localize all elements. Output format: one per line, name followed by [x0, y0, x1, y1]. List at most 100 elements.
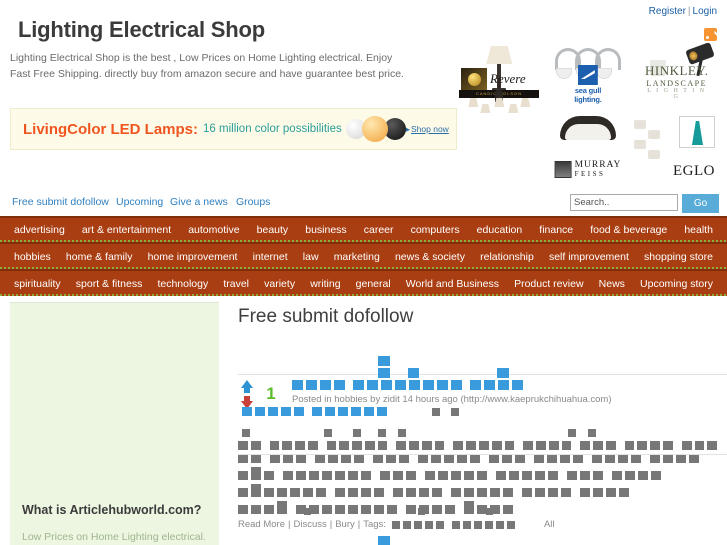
- arrow-up-icon: [241, 380, 253, 388]
- article-excerpt-redaction: [238, 429, 718, 514]
- cat-relationship[interactable]: relationship: [480, 251, 534, 263]
- cat-law[interactable]: law: [303, 251, 319, 263]
- brand-spacer: [455, 114, 544, 184]
- cat-spirituality[interactable]: spirituality: [14, 278, 61, 290]
- cat-technology[interactable]: technology: [157, 278, 208, 290]
- search-input[interactable]: [570, 194, 678, 211]
- cat-computers[interactable]: computers: [411, 224, 460, 236]
- search-form: Go: [570, 194, 719, 213]
- bury-link[interactable]: Bury: [335, 519, 355, 530]
- cat-business[interactable]: business: [305, 224, 346, 236]
- cat-news[interactable]: News: [599, 278, 625, 290]
- login-link[interactable]: Login: [693, 6, 717, 17]
- action-sep-3: |: [357, 519, 361, 530]
- cat-art-entertainment[interactable]: art & entertainment: [82, 224, 171, 236]
- cat-shopping-store[interactable]: shopping store: [644, 251, 713, 263]
- article-body: Posted in hobbies by zidit 14 hours ago …: [238, 342, 727, 530]
- amber-orb-icon: [361, 116, 388, 142]
- upvote-button[interactable]: [236, 380, 258, 393]
- brand-murray-feiss[interactable]: MURRAY FEISS: [544, 114, 633, 184]
- tags-label: Tags:: [363, 519, 386, 530]
- nav-divider-3: [0, 294, 727, 296]
- cat-food-beverage[interactable]: food & beverage: [590, 224, 667, 236]
- sidebar-title: What is Articlehubworld.com?: [22, 503, 202, 517]
- site-title: Lighting Electrical Shop: [18, 17, 265, 42]
- cat-internet[interactable]: internet: [253, 251, 288, 263]
- eglo-mark-icon: [678, 116, 715, 148]
- chandelier-icon: [466, 80, 532, 116]
- sea-gull-flag-icon: [577, 65, 598, 85]
- brand-sea-gull-lighting[interactable]: sea gull lighting.: [544, 44, 633, 114]
- cat-health[interactable]: health: [684, 224, 713, 236]
- cat-home-family[interactable]: home & family: [66, 251, 133, 263]
- cat-self-improvement[interactable]: self improvement: [549, 251, 629, 263]
- discuss-link[interactable]: Discuss: [293, 519, 326, 530]
- sea-gull-logo: sea gull lighting.: [566, 65, 610, 104]
- cat-upcoming-story[interactable]: Upcoming story: [640, 278, 713, 290]
- all-tags-link[interactable]: All: [544, 519, 555, 530]
- cat-career[interactable]: career: [364, 224, 394, 236]
- hinkley-line3: L I G H T I N G: [647, 88, 707, 100]
- nav-groups[interactable]: Groups: [236, 196, 270, 208]
- cat-writing[interactable]: writing: [310, 278, 340, 290]
- article-item: 1 Posted in hobbies by zidit 14 hours ag…: [236, 342, 727, 530]
- cat-advertising[interactable]: advertising: [14, 224, 65, 236]
- hinkley-line1: HINKLEY.: [644, 63, 709, 78]
- cat-sport-fitness[interactable]: sport & fitness: [76, 278, 143, 290]
- brand-eglo[interactable]: EGLO: [632, 114, 721, 184]
- cat-product-review[interactable]: Product review: [514, 278, 583, 290]
- banner-lamp-orbs: [345, 116, 406, 142]
- brand-revere-lighting[interactable]: Revere CANDICE OLSON: [455, 44, 544, 114]
- cat-variety[interactable]: variety: [264, 278, 295, 290]
- register-link[interactable]: Register: [649, 6, 686, 17]
- cat-education[interactable]: education: [477, 224, 523, 236]
- cat-automotive[interactable]: automotive: [188, 224, 239, 236]
- cat-general[interactable]: general: [356, 278, 391, 290]
- cat-news-society[interactable]: news & society: [395, 251, 465, 263]
- sea-gull-logo-text: sea gull lighting.: [574, 86, 602, 104]
- shop-now-link[interactable]: Shop now: [406, 124, 449, 135]
- category-nav-row-3: spirituality sport & fitness technology …: [0, 269, 727, 296]
- category-nav-row-2: hobbies home & family home improvement i…: [0, 242, 727, 269]
- eglo-spotlight-bar-icon: [634, 118, 668, 159]
- nav-give-a-news[interactable]: Give a news: [170, 196, 228, 208]
- banner-headline: LivingColor LED Lamps:: [23, 120, 199, 138]
- brand-hinkley-landscape[interactable]: HINKLEY. LANDSCAPE L I G H T I N G: [632, 42, 721, 114]
- cat-finance[interactable]: finance: [539, 224, 573, 236]
- vote-count: 1: [266, 384, 276, 403]
- murray-feiss-square-icon: [554, 161, 572, 178]
- topbar: Register | Login: [649, 6, 717, 17]
- sidebar-body: Low Prices on Home Lighting electrical. …: [22, 531, 206, 543]
- article-meta: Posted in hobbies by zidit 14 hours ago …: [292, 394, 612, 405]
- murray-feiss-line2: FEISS: [574, 169, 606, 178]
- article-title-link[interactable]: [292, 356, 717, 392]
- sidebar-panel: What is Articlehubworld.com? Low Prices …: [10, 302, 219, 545]
- flush-mount-ceiling-light-icon: [559, 116, 616, 140]
- tags-redaction: [391, 520, 515, 529]
- promo-banner[interactable]: LivingColor LED Lamps: 16 million color …: [10, 108, 457, 150]
- article-actions: Read More | Discuss | Bury | Tags: All: [238, 508, 717, 530]
- cat-home-improvement[interactable]: home improvement: [148, 251, 238, 263]
- arrow-up-stem-icon: [244, 388, 250, 393]
- hinkley-logo: HINKLEY. LANDSCAPE L I G H T I N G: [645, 63, 708, 100]
- eglo-logo-text: EGLO: [672, 163, 715, 179]
- nav-upcoming[interactable]: Upcoming: [116, 196, 163, 208]
- page-root: Register | Login Lighting Electrical Shop …: [0, 0, 727, 545]
- action-sep-1: |: [288, 519, 291, 530]
- cat-marketing[interactable]: marketing: [334, 251, 380, 263]
- cat-travel[interactable]: travel: [223, 278, 249, 290]
- search-go-button[interactable]: Go: [682, 194, 719, 213]
- read-more-link[interactable]: Read More: [238, 519, 285, 530]
- category-nav-row-1: advertising art & entertainment automoti…: [0, 216, 727, 242]
- banner-subline: 16 million color possibilities: [203, 123, 342, 135]
- topbar-separator: |: [687, 6, 691, 17]
- hinkley-line2: LANDSCAPE: [646, 79, 707, 88]
- rss-icon[interactable]: [704, 28, 717, 41]
- nav-free-submit-dofollow[interactable]: Free submit dofollow: [12, 196, 109, 208]
- cat-beauty[interactable]: beauty: [257, 224, 289, 236]
- page-title: Free submit dofollow: [238, 306, 414, 327]
- article-rule: [238, 454, 727, 455]
- cat-world-and-business[interactable]: World and Business: [406, 278, 499, 290]
- cat-hobbies[interactable]: hobbies: [14, 251, 51, 263]
- murray-feiss-logo: MURRAY FEISS: [554, 161, 622, 178]
